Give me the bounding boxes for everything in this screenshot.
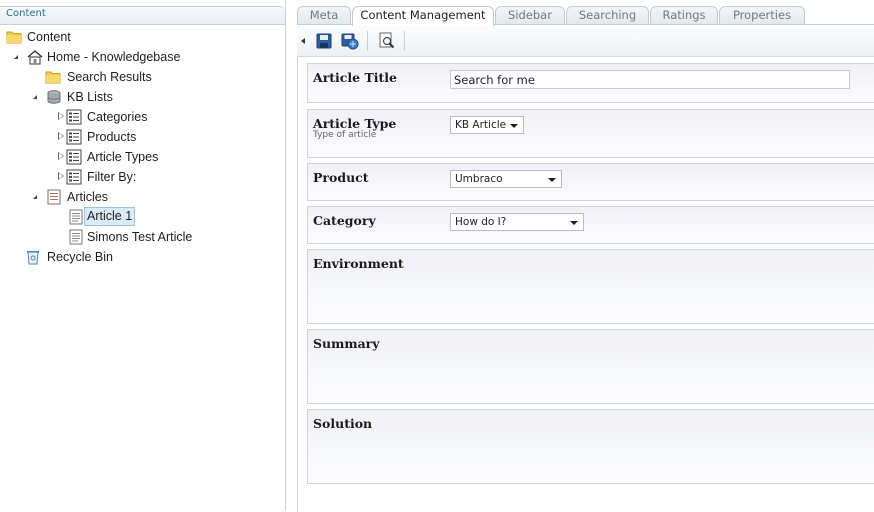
- article-type-select[interactable]: KB Article: [450, 116, 524, 134]
- article-title-input[interactable]: Search for me: [450, 70, 850, 89]
- save-icon[interactable]: [315, 32, 333, 50]
- field-description-article-type: Type of article: [313, 130, 377, 140]
- field-label-environment: Environment: [313, 256, 404, 271]
- tree-label: Simons Test Article: [87, 230, 193, 244]
- article-type-select-value: KB Article: [455, 119, 507, 131]
- chevron-down-icon: [510, 124, 518, 128]
- save-and-publish-icon[interactable]: [341, 32, 359, 50]
- expand-arrow-icon[interactable]: [33, 95, 37, 99]
- field-row-product: Product Umbraco: [307, 163, 874, 201]
- tab-ratings[interactable]: Ratings: [650, 6, 718, 24]
- product-select-value: Umbraco: [455, 173, 503, 185]
- tree-label: Search Results: [67, 70, 152, 84]
- tab-properties[interactable]: Properties: [719, 6, 805, 24]
- database-icon: [47, 90, 61, 104]
- expand-arrow-icon[interactable]: [33, 195, 37, 199]
- tree-label: Products: [87, 130, 137, 144]
- folder-icon: [6, 31, 22, 44]
- tree-label: Filter By:: [87, 170, 137, 184]
- collapse-arrow-icon[interactable]: [58, 111, 64, 120]
- tree-label: Articles: [67, 190, 108, 204]
- toolbar-separator: [404, 31, 405, 51]
- collapse-arrow-icon[interactable]: [58, 171, 64, 180]
- tree-label: Content: [27, 30, 71, 44]
- category-select[interactable]: How do I?: [450, 213, 584, 231]
- field-row-article-title: Article Title Search for me: [307, 63, 874, 103]
- collapse-arrow-icon[interactable]: [58, 151, 64, 160]
- tree-label: Article Types: [87, 150, 159, 164]
- tree-header-title: Content: [6, 8, 46, 19]
- field-row-environment: Environment: [307, 249, 874, 324]
- tab-meta[interactable]: Meta: [297, 6, 351, 24]
- preview-icon[interactable]: [378, 32, 396, 50]
- field-label-article-type: Article Type: [313, 116, 397, 131]
- tree-label: KB Lists: [67, 90, 113, 104]
- tab-bar: Meta Content Management Sidebar Searchin…: [297, 6, 874, 26]
- collapse-arrow-icon[interactable]: [58, 131, 64, 140]
- tab-searching[interactable]: Searching: [566, 6, 649, 24]
- product-select[interactable]: Umbraco: [450, 170, 562, 188]
- house-icon: [27, 50, 43, 65]
- chevron-down-icon: [548, 178, 556, 182]
- document-icon: [69, 209, 83, 225]
- toolbar-collapse-icon[interactable]: [301, 38, 305, 44]
- expand-arrow-icon[interactable]: [14, 55, 18, 59]
- field-row-solution: Solution: [307, 409, 874, 484]
- list-icon: [66, 109, 82, 125]
- field-row-category: Category How do I?: [307, 206, 874, 244]
- folder-icon: [45, 71, 61, 84]
- field-row-article-type: Article Type Type of article KB Article: [307, 109, 874, 158]
- list-icon: [66, 169, 82, 185]
- field-label-category: Category: [313, 213, 376, 228]
- tab-sidebar[interactable]: Sidebar: [495, 6, 565, 24]
- field-row-summary: Summary: [307, 329, 874, 404]
- chevron-down-icon: [570, 221, 578, 225]
- field-label-product: Product: [313, 170, 369, 185]
- toolbar-separator: [367, 31, 368, 51]
- tree-label: Recycle Bin: [47, 250, 113, 264]
- recycle-bin-icon: [27, 251, 39, 265]
- tree-label-selected: Article 1: [84, 207, 136, 226]
- field-label-summary: Summary: [313, 336, 380, 351]
- document-icon: [69, 229, 83, 245]
- tree-header: Content: [0, 6, 285, 25]
- list-icon: [66, 149, 82, 165]
- articles-icon: [47, 189, 61, 205]
- tree-label: Home - Knowledgebase: [47, 50, 181, 64]
- list-icon: [66, 129, 82, 145]
- content-tree-panel: Content Content Home - Knowledgebase Sea…: [0, 0, 286, 511]
- field-label-solution: Solution: [313, 416, 373, 431]
- field-label-article-title: Article Title: [313, 70, 397, 85]
- tab-content-management[interactable]: Content Management: [352, 6, 494, 26]
- category-select-value: How do I?: [455, 216, 507, 228]
- editor-toolbar: [297, 25, 874, 57]
- tree-label: Categories: [87, 110, 148, 124]
